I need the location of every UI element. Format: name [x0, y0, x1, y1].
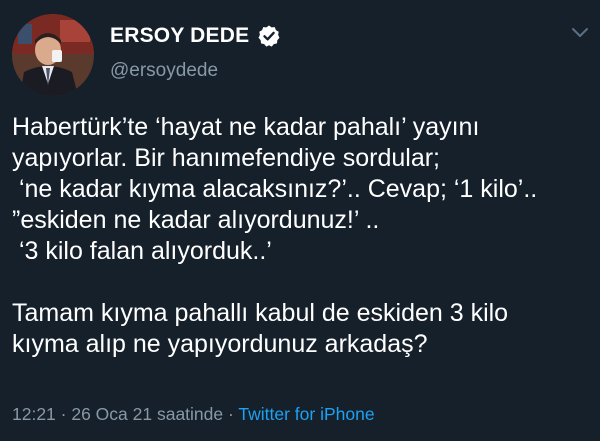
tweet-text-line: yapıyorlar. Bir hanımefendiye sordular;	[12, 144, 440, 172]
tweet-date[interactable]: 26 Oca 21 saatinde	[71, 404, 223, 424]
tweet-text: Habertürk’te ‘hayat ne kadar pahalı’ yay…	[12, 112, 592, 360]
author-name-row: ERSOY DEDE	[110, 24, 281, 48]
verified-badge-icon	[257, 24, 281, 48]
meta-separator: ·	[223, 404, 239, 424]
tweet-text-line: ”eskiden ne kadar alıyordunuz!’ ..	[12, 206, 380, 234]
tweet-text-line: ‘ne kadar kıyma alacaksınız?’.. Cevap; ‘…	[12, 175, 538, 203]
author-display-name[interactable]: ERSOY DEDE	[110, 24, 249, 48]
tweet-text-line: kıyma alıp ne yapıyordunuz arkadaş?	[12, 330, 428, 358]
tweet-text-line: Tamam kıyma pahallı kabul de eskiden 3 k…	[12, 299, 509, 327]
avatar-image	[12, 14, 94, 96]
tweet-card: ERSOY DEDE @ersoydede Habertürk’te ‘haya…	[0, 0, 600, 441]
tweet-source-link[interactable]: Twitter for iPhone	[238, 404, 374, 424]
tweet-meta: 12:21 · 26 Oca 21 saatinde · Twitter for…	[12, 404, 375, 425]
tweet-text-line: Habertürk’te ‘hayat ne kadar pahalı’ yay…	[12, 113, 480, 141]
tweet-text-line: ‘3 kilo falan alıyorduk..’	[12, 237, 272, 265]
meta-separator: ·	[55, 404, 72, 424]
author-avatar[interactable]	[12, 14, 94, 96]
chevron-down-icon[interactable]	[570, 26, 590, 40]
tweet-time[interactable]: 12:21	[12, 404, 56, 424]
author-handle[interactable]: @ersoydede	[110, 60, 218, 82]
